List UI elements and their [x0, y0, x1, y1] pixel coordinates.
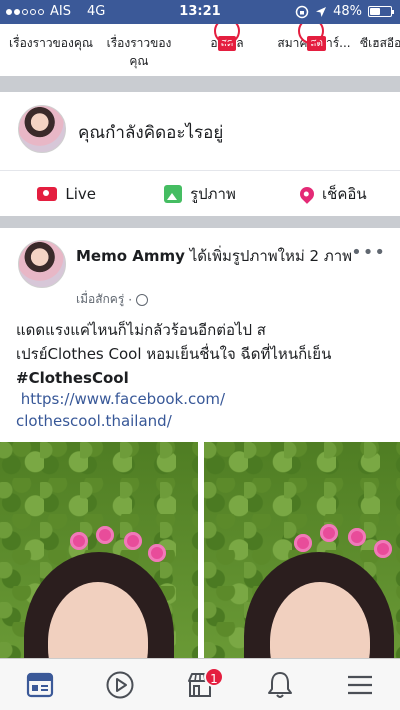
- section-divider: [0, 216, 400, 228]
- more-options-icon[interactable]: •••: [351, 242, 386, 263]
- photo-button-label: รูปภาพ: [190, 184, 236, 203]
- status-right: 48%: [295, 4, 394, 19]
- stories-strip[interactable]: เรื่องราวของคุณ เรื่องราวของคุณ อสดล สมา…: [0, 24, 400, 76]
- status-bar: AIS 4G 13:21 48%: [0, 0, 400, 24]
- live-video-icon: [37, 186, 58, 201]
- bottom-navigation: 1: [0, 658, 400, 710]
- story-label: เรื่องราวของคุณ: [9, 36, 93, 50]
- composer-placeholder[interactable]: คุณกำลังคิดอะไรอยู่: [78, 119, 223, 146]
- story-item-live[interactable]: อสดล: [198, 24, 256, 52]
- live-button-label: Live: [65, 184, 96, 203]
- orientation-lock-icon: [295, 5, 309, 18]
- post-header: Memo Ammy ได้เพิ่มรูปภาพใหม่ 2 ภาพ: [76, 244, 356, 268]
- post-text-line: เปรย์Clothes Cool หอมเย็นชื่นใจ ฉีดที่ไห…: [16, 345, 332, 363]
- nav-marketplace[interactable]: 1: [160, 659, 240, 710]
- avatar[interactable]: [18, 240, 66, 288]
- post-author-name[interactable]: Memo Ammy: [76, 247, 185, 265]
- post-link-line: clothescool.thailand/: [16, 412, 172, 430]
- post-photo[interactable]: [204, 442, 400, 658]
- post-timestamp[interactable]: เมื่อสักครู่: [76, 290, 124, 309]
- checkin-button-label: เช็คอิน: [322, 184, 367, 203]
- post-hashtag[interactable]: #ClothesCool: [16, 366, 386, 390]
- post-photo[interactable]: [0, 442, 198, 658]
- story-label: าร์...: [325, 36, 351, 50]
- notification-badge: 1: [204, 667, 224, 687]
- post-text-line: แดดแรงแค่ไหนก็ไม่กลัวร้อนอีกต่อไป ส: [16, 321, 266, 339]
- menu-icon: [348, 675, 372, 694]
- post-text: แดดแรงแค่ไหนก็ไม่กลัวร้อนอีกต่อไป ส เปรย…: [16, 318, 386, 390]
- avatar[interactable]: [18, 105, 66, 153]
- story-label: เรื่องราวของคุณ: [106, 36, 172, 68]
- story-item-live[interactable]: สมาค สด าร์...: [268, 24, 360, 52]
- live-button[interactable]: Live: [0, 171, 133, 216]
- story-item[interactable]: เรื่องราวของคุณ: [100, 34, 178, 70]
- nav-menu[interactable]: [320, 659, 400, 710]
- status-composer[interactable]: คุณกำลังคิดอะไรอยู่: [0, 92, 400, 170]
- battery-percent: 48%: [333, 4, 362, 19]
- checkin-pin-icon: [297, 183, 317, 204]
- section-divider: [0, 76, 400, 92]
- photo-button[interactable]: รูปภาพ: [133, 171, 266, 216]
- nav-news-feed[interactable]: [0, 659, 80, 710]
- checkin-button[interactable]: เช็คอิน: [267, 171, 400, 216]
- location-arrow-icon: [316, 6, 327, 17]
- globe-icon: [136, 293, 149, 306]
- post-meta: เมื่อสักครู่ ·: [76, 290, 149, 309]
- story-item[interactable]: ซีเฮสอีอ: [360, 34, 400, 52]
- nav-notifications[interactable]: [240, 659, 320, 710]
- post-link[interactable]: https://www.facebook.com/ clothescool.th…: [16, 388, 386, 432]
- story-label: ซีเฮสอีอ: [360, 36, 400, 50]
- story-item[interactable]: เรื่องราวของคุณ: [6, 34, 96, 52]
- post-link-line: https://www.facebook.com/: [16, 390, 226, 408]
- composer-actions: Live รูปภาพ เช็คอิน: [0, 171, 400, 216]
- news-feed-icon: [26, 672, 54, 697]
- post-action-text: ได้เพิ่มรูปภาพใหม่ 2 ภาพ: [189, 247, 353, 265]
- feed-post: Memo Ammy ได้เพิ่มรูปภาพใหม่ 2 ภาพ เมื่อ…: [0, 228, 400, 658]
- watch-icon: [106, 671, 134, 698]
- battery-icon: [368, 6, 394, 17]
- notifications-icon: [268, 671, 292, 698]
- photo-icon: [164, 184, 183, 203]
- meta-separator: ·: [128, 292, 133, 307]
- nav-watch[interactable]: [80, 659, 160, 710]
